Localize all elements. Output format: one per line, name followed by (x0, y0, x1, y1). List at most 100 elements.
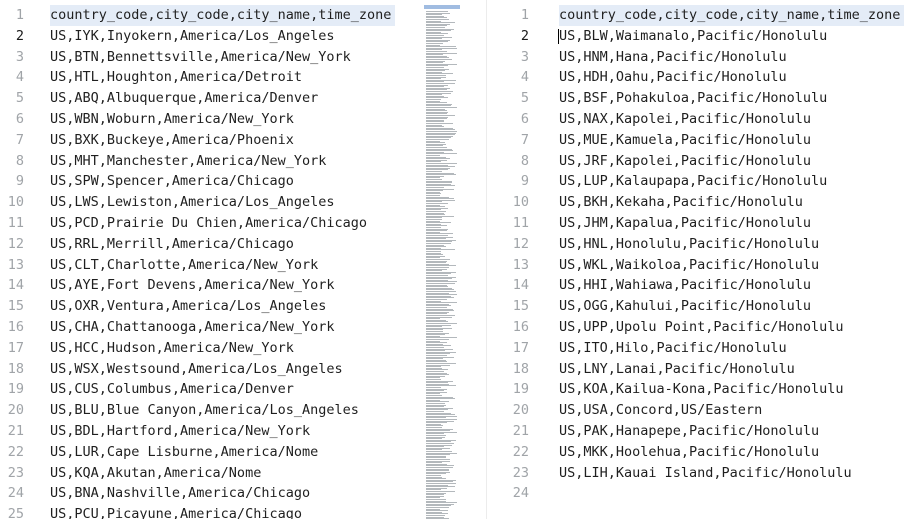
code-line[interactable]: 7 US,BXK,Buckeye,America/Phoenix (0, 130, 423, 151)
code-line[interactable]: 5 US,ABQ,Albuquerque,America/Denver (0, 88, 423, 109)
csv-row-text[interactable]: US,KQA,Akutan,America/Nome (50, 463, 261, 484)
csv-row-text[interactable]: US,HNL,Honolulu,Pacific/Honolulu (559, 234, 819, 255)
code-line[interactable]: 17 US,ITO,Hilo,Pacific/Honolulu (493, 338, 914, 359)
code-line[interactable]: 11 US,PCD,Prairie Du Chien,America/Chicag… (0, 213, 423, 234)
code-line[interactable]: 13 US,CLT,Charlotte,America/New_York (0, 255, 423, 276)
csv-row-text[interactable]: US,HNM,Hana,Pacific/Honolulu (559, 47, 787, 68)
csv-row-text[interactable]: US,CLT,Charlotte,America/New_York (50, 255, 318, 276)
code-line[interactable]: 23 US,LIH,Kauai Island,Pacific/Honolulu (493, 463, 914, 484)
csv-row-text[interactable]: US,UPP,Upolu Point,Pacific/Honolulu (559, 317, 843, 338)
code-line[interactable]: 10 US,BKH,Kekaha,Pacific/Honolulu (493, 192, 914, 213)
csv-row-text[interactable]: US,WKL,Waikoloa,Pacific/Honolulu (559, 255, 819, 276)
csv-row-text[interactable]: US,MUE,Kamuela,Pacific/Honolulu (559, 130, 811, 151)
code-line[interactable]: 3 US,HNM,Hana,Pacific/Honolulu (493, 47, 914, 68)
csv-row-text[interactable]: US,CHA,Chattanooga,America/New_York (50, 317, 334, 338)
code-line[interactable]: 24 (493, 483, 914, 504)
code-line[interactable]: 15 US,OGG,Kahului,Pacific/Honolulu (493, 296, 914, 317)
code-line[interactable]: 3 US,BTN,Bennettsville,America/New_York (0, 47, 423, 68)
code-line[interactable]: 19 US,CUS,Columbus,America/Denver (0, 379, 423, 400)
csv-row-text[interactable]: US,PCU,Picayune,America/Chicago (50, 504, 302, 519)
code-line[interactable]: 14 US,HHI,Wahiawa,Pacific/Honolulu (493, 275, 914, 296)
code-line[interactable]: 5 US,BSF,Pohakuloa,Pacific/Honolulu (493, 88, 914, 109)
csv-row-text[interactable]: US,LNY,Lanai,Pacific/Honolulu (559, 359, 795, 380)
code-line[interactable]: 2 US,BLW,Waimanalo,Pacific/Honolulu (493, 26, 914, 47)
csv-row-text[interactable]: US,ITO,Hilo,Pacific/Honolulu (559, 338, 787, 359)
csv-header-text[interactable]: country_code,city_code,city_name,time_zo… (559, 5, 905, 26)
code-line[interactable]: 23 US,KQA,Akutan,America/Nome (0, 463, 423, 484)
code-line[interactable]: 11 US,JHM,Kapalua,Pacific/Honolulu (493, 213, 914, 234)
csv-row-text[interactable]: US,LUP,Kalaupapa,Pacific/Honolulu (559, 171, 827, 192)
csv-row-text[interactable]: US,LIH,Kauai Island,Pacific/Honolulu (559, 463, 852, 484)
csv-row-text[interactable]: US,SPW,Spencer,America/Chicago (50, 171, 294, 192)
csv-row-text[interactable]: US,NAX,Kapolei,Pacific/Honolulu (559, 109, 811, 130)
code-line[interactable]: 4 US,HDH,Oahu,Pacific/Honolulu (493, 67, 914, 88)
code-line[interactable]: 24 US,BNA,Nashville,America/Chicago (0, 483, 423, 504)
code-line[interactable]: 6 US,NAX,Kapolei,Pacific/Honolulu (493, 109, 914, 130)
code-line[interactable]: 21 US,PAK,Hanapepe,Pacific/Honolulu (493, 421, 914, 442)
csv-row-text[interactable]: US,JHM,Kapalua,Pacific/Honolulu (559, 213, 811, 234)
csv-row-text[interactable]: US,BXK,Buckeye,America/Phoenix (50, 130, 294, 151)
csv-row-text[interactable]: US,HCC,Hudson,America/New_York (50, 338, 294, 359)
code-line[interactable]: 12 US,HNL,Honolulu,Pacific/Honolulu (493, 234, 914, 255)
csv-row-text[interactable]: US,BTN,Bennettsville,America/New_York (50, 47, 351, 68)
code-line[interactable]: 13 US,WKL,Waikoloa,Pacific/Honolulu (493, 255, 914, 276)
code-line[interactable]: 19 US,KOA,Kailua-Kona,Pacific/Honolulu (493, 379, 914, 400)
code-line[interactable]: 9 US,LUP,Kalaupapa,Pacific/Honolulu (493, 171, 914, 192)
csv-row-text[interactable]: US,PAK,Hanapepe,Pacific/Honolulu (559, 421, 819, 442)
left-editor-minimap[interactable] (424, 5, 460, 519)
csv-row-text[interactable]: US,MHT,Manchester,America/New_York (50, 151, 326, 172)
csv-row-text[interactable]: US,KOA,Kailua-Kona,Pacific/Honolulu (559, 379, 843, 400)
code-line[interactable]: 20 US,BLU,Blue Canyon,America/Los_Angeles (0, 400, 423, 421)
csv-row-text[interactable]: US,BLU,Blue Canyon,America/Los_Angeles (50, 400, 359, 421)
code-line[interactable]: 12 US,RRL,Merrill,America/Chicago (0, 234, 423, 255)
code-line[interactable]: 14 US,AYE,Fort Devens,America/New_York (0, 275, 423, 296)
csv-row-text[interactable]: US,OGG,Kahului,Pacific/Honolulu (559, 296, 811, 317)
code-line[interactable]: 8 US,JRF,Kapolei,Pacific/Honolulu (493, 151, 914, 172)
csv-row-text[interactable]: US,MKK,Hoolehua,Pacific/Honolulu (559, 442, 819, 463)
code-line[interactable]: 4 US,HTL,Houghton,America/Detroit (0, 67, 423, 88)
minimap-viewport-indicator[interactable] (424, 5, 460, 9)
code-line[interactable]: 22 US,MKK,Hoolehua,Pacific/Honolulu (493, 442, 914, 463)
code-line[interactable]: 22 US,LUR,Cape Lisburne,America/Nome (0, 442, 423, 463)
code-line[interactable]: 7 US,MUE,Kamuela,Pacific/Honolulu (493, 130, 914, 151)
csv-row-text[interactable]: US,IYK,Inyokern,America/Los_Angeles (50, 26, 334, 47)
csv-row-text[interactable]: US,HHI,Wahiawa,Pacific/Honolulu (559, 275, 811, 296)
csv-row-text[interactable]: US,CUS,Columbus,America/Denver (50, 379, 294, 400)
csv-row-text[interactable]: US,BLW,Waimanalo,Pacific/Honolulu (559, 26, 827, 47)
csv-row-text[interactable]: US,OXR,Ventura,America/Los_Angeles (50, 296, 326, 317)
csv-row-text[interactable]: US,BNA,Nashville,America/Chicago (50, 483, 310, 504)
code-line[interactable]: 10 US,LWS,Lewiston,America/Los_Angeles (0, 192, 423, 213)
csv-row-text[interactable]: US,JRF,Kapolei,Pacific/Honolulu (559, 151, 811, 172)
right-editor-pane[interactable]: 1 country_code,city_code,city_name,time_z… (493, 0, 914, 519)
code-line[interactable]: 17 US,HCC,Hudson,America/New_York (0, 338, 423, 359)
csv-row-text[interactable]: US,BSF,Pohakuloa,Pacific/Honolulu (559, 88, 827, 109)
code-line[interactable]: 8 US,MHT,Manchester,America/New_York (0, 151, 423, 172)
left-editor-pane[interactable]: 1 country_code,city_code,city_name,time_z… (0, 0, 423, 519)
editor-split-divider[interactable] (486, 0, 487, 519)
header-row[interactable]: 1 country_code,city_code,city_name,time_z… (493, 5, 914, 26)
csv-row-text[interactable]: US,USA,Concord,US/Eastern (559, 400, 762, 421)
csv-row-text[interactable]: US,ABQ,Albuquerque,America/Denver (50, 88, 318, 109)
csv-row-text[interactable]: US,HTL,Houghton,America/Detroit (50, 67, 302, 88)
code-line[interactable]: 2 US,IYK,Inyokern,America/Los_Angeles (0, 26, 423, 47)
code-line[interactable]: 18 US,LNY,Lanai,Pacific/Honolulu (493, 359, 914, 380)
code-line[interactable]: 6 US,WBN,Woburn,America/New_York (0, 109, 423, 130)
csv-row-text[interactable]: US,LUR,Cape Lisburne,America/Nome (50, 442, 318, 463)
code-line[interactable]: 9 US,SPW,Spencer,America/Chicago (0, 171, 423, 192)
csv-row-text[interactable]: US,RRL,Merrill,America/Chicago (50, 234, 294, 255)
csv-header-text[interactable]: country_code,city_code,city_name,time_zo… (50, 5, 396, 26)
csv-row-text[interactable]: US,HDH,Oahu,Pacific/Honolulu (559, 67, 787, 88)
csv-row-text[interactable]: US,WBN,Woburn,America/New_York (50, 109, 294, 130)
csv-row-text[interactable]: US,LWS,Lewiston,America/Los_Angeles (50, 192, 334, 213)
header-row[interactable]: 1 country_code,city_code,city_name,time_z… (0, 5, 423, 26)
code-line[interactable]: 16 US,UPP,Upolu Point,Pacific/Honolulu (493, 317, 914, 338)
csv-row-text[interactable]: US,AYE,Fort Devens,America/New_York (50, 275, 334, 296)
code-line[interactable]: 16 US,CHA,Chattanooga,America/New_York (0, 317, 423, 338)
csv-row-text[interactable]: US,WSX,Westsound,America/Los_Angeles (50, 359, 343, 380)
code-line[interactable]: 21 US,BDL,Hartford,America/New_York (0, 421, 423, 442)
code-line[interactable]: 25 US,PCU,Picayune,America/Chicago (0, 504, 423, 519)
code-line[interactable]: 20 US,USA,Concord,US/Eastern (493, 400, 914, 421)
code-line[interactable]: 15 US,OXR,Ventura,America/Los_Angeles (0, 296, 423, 317)
csv-row-text[interactable]: US,BKH,Kekaha,Pacific/Honolulu (559, 192, 803, 213)
code-line[interactable]: 18 US,WSX,Westsound,America/Los_Angeles (0, 359, 423, 380)
